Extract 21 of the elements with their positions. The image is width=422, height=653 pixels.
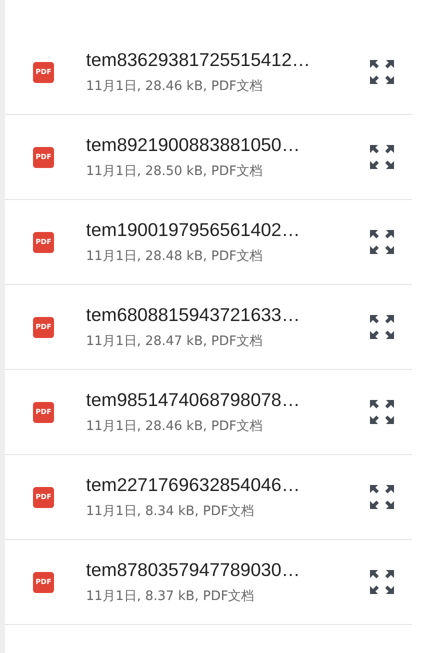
file-details: 11月1日, 28.47 kB, PDF文档 bbox=[86, 333, 264, 350]
expand-icon[interactable] bbox=[369, 59, 395, 85]
file-name[interactable]: tem6808815943721633… bbox=[86, 304, 369, 326]
file-name[interactable]: tem8780357947789030… bbox=[86, 559, 369, 581]
expand-icon[interactable] bbox=[369, 569, 395, 595]
file-details: 11月1日, 8.37 kB, PDF文档 bbox=[86, 588, 256, 605]
file-details: 11月1日, 28.48 kB, PDF文档 bbox=[86, 248, 264, 265]
expand-icon[interactable] bbox=[369, 484, 395, 510]
expand-icon[interactable] bbox=[369, 314, 395, 340]
file-name[interactable]: tem9851474068798078… bbox=[86, 389, 369, 411]
expand-icon[interactable] bbox=[369, 229, 395, 255]
file-details: 11月1日, 28.46 kB, PDF文档 bbox=[86, 418, 264, 435]
file-name[interactable]: tem8921900883881050… bbox=[86, 134, 369, 156]
expand-icon[interactable] bbox=[369, 144, 395, 170]
file-details: 11月1日, 28.46 kB, PDF文档 bbox=[86, 78, 264, 95]
file-details: 11月1日, 28.50 kB, PDF文档 bbox=[86, 163, 264, 180]
file-details: 11月1日, 8.34 kB, PDF文档 bbox=[86, 503, 256, 520]
file-name[interactable]: tem1900197956561402… bbox=[86, 219, 369, 241]
file-name[interactable]: tem2271769632854046… bbox=[86, 474, 369, 496]
expand-icon[interactable] bbox=[369, 399, 395, 425]
file-name[interactable]: tem83629381725515412… bbox=[86, 49, 369, 71]
